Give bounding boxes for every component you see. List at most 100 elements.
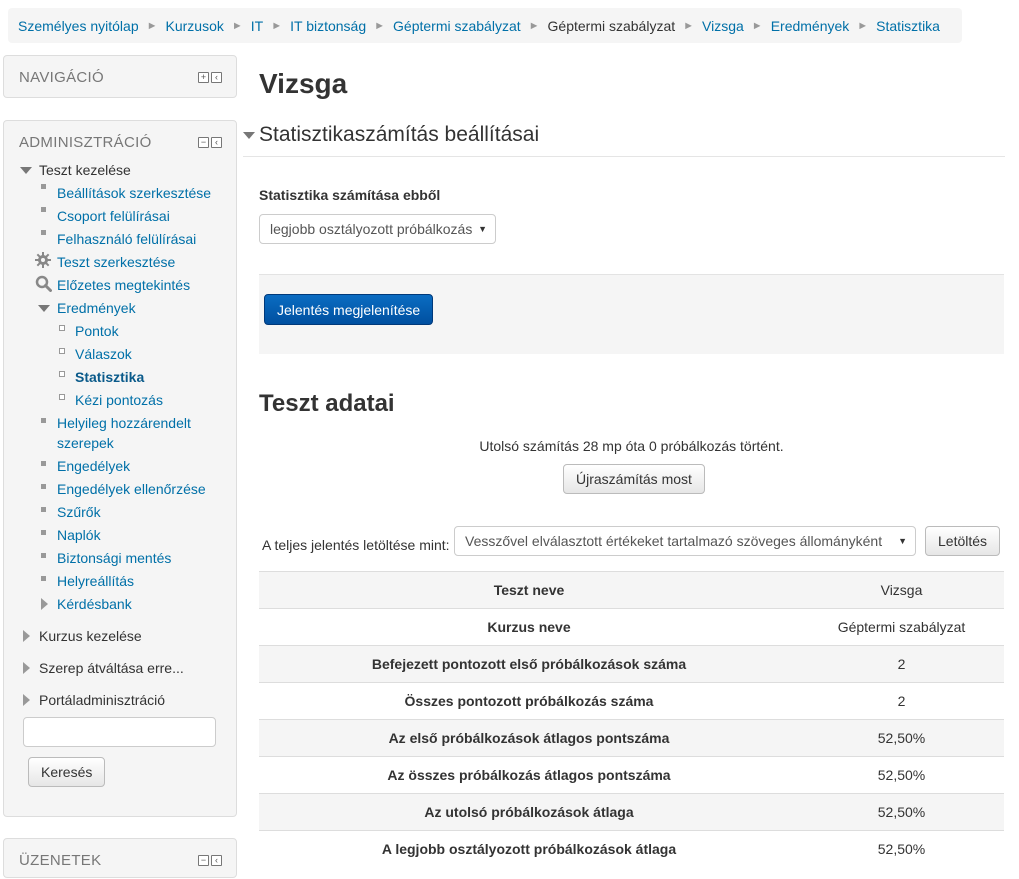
- tree-item-edit-settings[interactable]: Beállítások szerkesztése: [57, 183, 211, 203]
- stat-key: Kurzus neve: [259, 608, 799, 646]
- breadcrumb-home[interactable]: Személyes nyitólap: [18, 18, 139, 34]
- form-actions: Jelentés megjelenítése: [259, 274, 1004, 354]
- tree-item-site-admin[interactable]: Portáladminisztráció: [39, 690, 165, 710]
- table-row: Befejezett pontozott első próbálkozások …: [259, 645, 1004, 683]
- search-icon: [35, 275, 52, 292]
- breadcrumb-results[interactable]: Eredmények: [771, 18, 850, 34]
- tree-item-backup[interactable]: Biztonsági mentés: [57, 548, 171, 568]
- recalculate-button[interactable]: Újraszámítás most: [563, 464, 705, 494]
- settings-legend-text: Statisztikaszámítás beállításai: [259, 123, 540, 146]
- administration-block-header[interactable]: ADMINISZTRÁCIÓ − ‹: [4, 121, 236, 161]
- breadcrumb-separator-icon: ►: [146, 19, 158, 32]
- stat-value: 52,50%: [799, 793, 1004, 831]
- dock-icon[interactable]: ‹: [211, 137, 222, 148]
- navigation-block-title: NAVIGÁCIÓ: [19, 69, 104, 86]
- tree-item-restore[interactable]: Helyreállítás: [57, 571, 134, 591]
- messages-block: ÜZENETEK − ‹: [3, 838, 237, 878]
- breadcrumb-courses[interactable]: Kurzusok: [166, 18, 224, 34]
- tree-item-check-permissions[interactable]: Engedélyek ellenőrzése: [57, 479, 206, 499]
- tree-item-quiz-admin[interactable]: Teszt kezelése: [39, 160, 131, 180]
- tree-item-question-bank[interactable]: Kérdésbank: [57, 594, 132, 614]
- expanded-icon[interactable]: [20, 167, 32, 174]
- collapse-icon[interactable]: −: [198, 137, 209, 148]
- download-format-select[interactable]: Vesszővel elválasztott értékeket tartalm…: [454, 526, 916, 556]
- tree-item-logs[interactable]: Naplók: [57, 525, 101, 545]
- bullet-icon: [41, 418, 46, 423]
- tree-item-filters[interactable]: Szűrők: [57, 502, 101, 522]
- breadcrumb-separator-icon: ►: [374, 19, 386, 32]
- administration-block-title: ADMINISZTRÁCIÓ: [19, 134, 152, 151]
- tree-item-edit-quiz[interactable]: Teszt szerkesztése: [57, 252, 175, 272]
- calc-from-select[interactable]: legjobb osztályozott próbálkozás ▼: [259, 214, 496, 244]
- tree-item-grades[interactable]: Pontok: [75, 321, 119, 341]
- breadcrumb-it[interactable]: IT: [251, 18, 263, 34]
- bullet-icon: [59, 371, 65, 377]
- expanded-icon[interactable]: [38, 305, 50, 312]
- tree-item-local-roles-cont[interactable]: szerepek: [57, 433, 114, 453]
- show-report-button[interactable]: Jelentés megjelenítése: [264, 294, 434, 325]
- tree-item-local-roles[interactable]: Helyileg hozzárendelt: [57, 413, 191, 433]
- tree-item-user-overrides[interactable]: Felhasználó felülírásai: [57, 229, 196, 249]
- breadcrumb-quiz[interactable]: Vizsga: [702, 18, 744, 34]
- collapsed-icon[interactable]: [23, 630, 30, 642]
- block-controls: − ‹: [198, 137, 222, 148]
- stat-value: Vizsga: [799, 571, 1004, 609]
- page-title: Vizsga: [259, 68, 348, 99]
- tree-item-permissions[interactable]: Engedélyek: [57, 456, 130, 476]
- tree-item-switch-role[interactable]: Szerep átváltása erre...: [39, 658, 184, 678]
- tree-item-responses[interactable]: Válaszok: [75, 344, 132, 364]
- stat-key: A legjobb osztályozott próbálkozások átl…: [259, 830, 799, 868]
- collapsed-icon[interactable]: [41, 598, 48, 610]
- dock-icon[interactable]: ‹: [211, 855, 222, 866]
- settings-fieldset-legend[interactable]: Statisztikaszámítás beállításai: [243, 123, 1005, 157]
- bullet-icon: [41, 461, 46, 466]
- breadcrumb-course[interactable]: Géptermi szabályzat: [393, 18, 521, 34]
- stat-value: 52,50%: [799, 719, 1004, 757]
- admin-search-input[interactable]: [23, 717, 216, 747]
- messages-block-header[interactable]: ÜZENETEK − ‹: [4, 839, 236, 879]
- breadcrumb-separator-icon: ►: [271, 19, 283, 32]
- bullet-icon: [41, 507, 46, 512]
- tree-item-manual-grading[interactable]: Kézi pontozás: [75, 390, 163, 410]
- download-button[interactable]: Letöltés: [925, 526, 1001, 556]
- collapsed-icon[interactable]: [23, 694, 30, 706]
- tree-item-course-admin[interactable]: Kurzus kezelése: [39, 626, 142, 646]
- dropdown-arrow-icon: ▼: [478, 224, 487, 234]
- bullet-icon: [59, 394, 65, 400]
- expand-icon[interactable]: +: [198, 72, 209, 83]
- collapse-caret-icon: [243, 132, 255, 139]
- admin-search-button[interactable]: Keresés: [28, 757, 106, 787]
- quiz-info-heading: Teszt adatai: [259, 390, 395, 417]
- stat-key: Az első próbálkozások átlagos pontszáma: [259, 719, 799, 757]
- bullet-icon: [41, 576, 46, 581]
- tree-item-results[interactable]: Eredmények: [57, 298, 136, 318]
- bullet-icon: [59, 325, 65, 331]
- tree-item-preview[interactable]: Előzetes megtekintés: [57, 275, 190, 295]
- block-controls: − ‹: [198, 855, 222, 866]
- breadcrumb-separator-icon: ►: [683, 19, 695, 32]
- breadcrumb-statistics[interactable]: Statisztika: [876, 18, 940, 34]
- stat-value: 52,50%: [799, 756, 1004, 794]
- table-row: Az utolsó próbálkozások átlaga 52,50%: [259, 793, 1004, 831]
- table-row: Teszt neve Vizsga: [259, 571, 1004, 609]
- calc-info-text: Utolsó számítás 28 mp óta 0 próbálkozás …: [479, 438, 784, 454]
- block-controls: + ‹: [198, 72, 222, 83]
- tree-item-statistics[interactable]: Statisztika: [75, 367, 144, 387]
- stat-value: Géptermi szabályzat: [799, 608, 1004, 646]
- download-format-selected: Vesszővel elválasztott értékeket tartalm…: [465, 533, 883, 549]
- bullet-icon: [41, 530, 46, 535]
- table-row: Összes pontozott próbálkozás száma 2: [259, 682, 1004, 720]
- dropdown-arrow-icon: ▼: [898, 536, 907, 546]
- collapsed-icon[interactable]: [23, 662, 30, 674]
- dock-icon[interactable]: ‹: [211, 72, 222, 83]
- table-row: Az összes próbálkozás átlagos pontszáma …: [259, 756, 1004, 794]
- collapse-icon[interactable]: −: [198, 855, 209, 866]
- stat-value: 2: [799, 645, 1004, 683]
- tree-item-group-overrides[interactable]: Csoport felülírásai: [57, 206, 170, 226]
- stat-value: 52,50%: [799, 830, 1004, 868]
- breadcrumb-it-security[interactable]: IT biztonság: [290, 18, 366, 34]
- stat-key: Az összes próbálkozás átlagos pontszáma: [259, 756, 799, 794]
- navigation-block-header[interactable]: NAVIGÁCIÓ + ‹: [4, 56, 236, 96]
- bullet-icon: [41, 184, 46, 189]
- breadcrumb-separator-icon: ►: [857, 19, 869, 32]
